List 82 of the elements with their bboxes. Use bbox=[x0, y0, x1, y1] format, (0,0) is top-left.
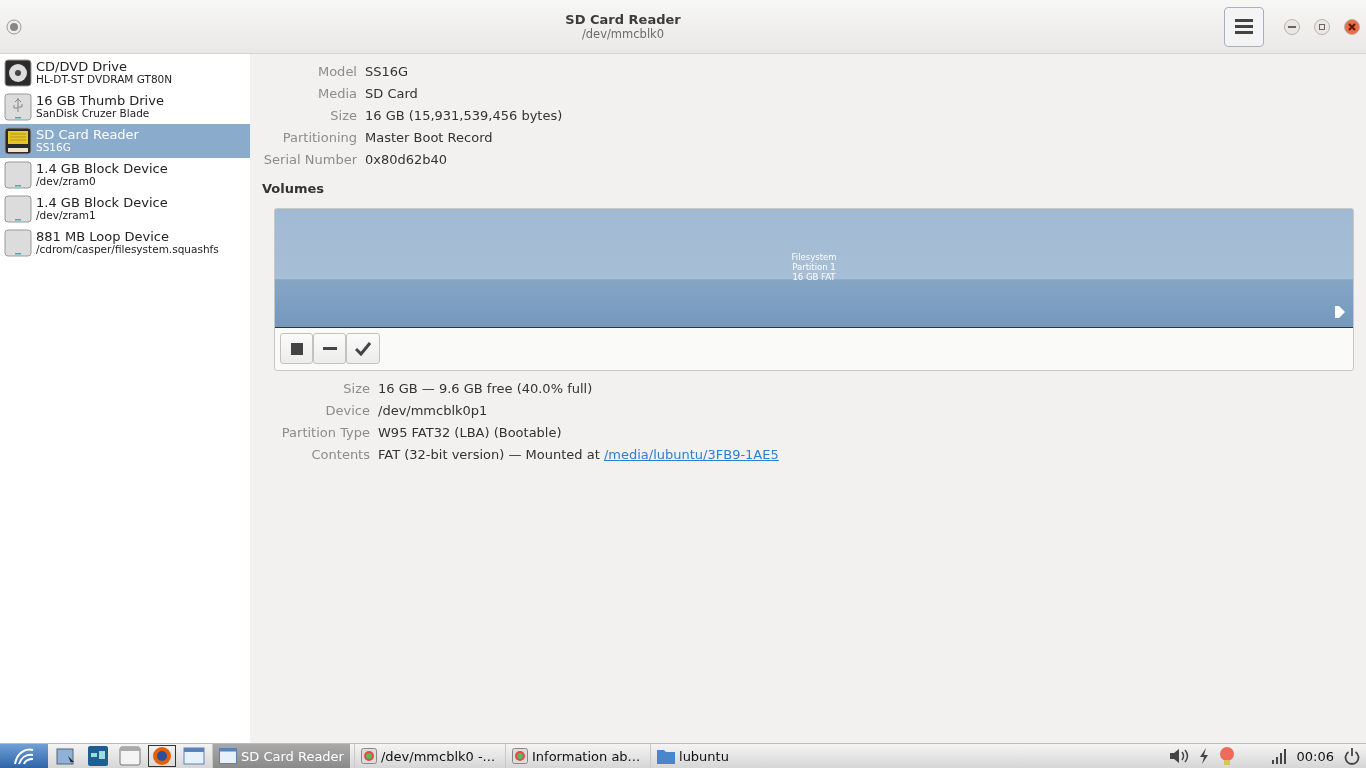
signal-icon bbox=[1270, 748, 1287, 764]
section-heading: Volumes bbox=[262, 181, 326, 196]
device-item[interactable]: 1.4 GB Block Device /dev/zram1 bbox=[0, 192, 250, 226]
device-detail: SanDisk Cruzer Blade bbox=[36, 108, 151, 120]
field-value: 16 GB (15,931,539,456 bytes) bbox=[365, 108, 564, 123]
optical-drive-icon bbox=[4, 59, 32, 87]
launcher-button[interactable] bbox=[148, 745, 176, 767]
device-detail: SS16G bbox=[36, 142, 72, 154]
sd-card-icon bbox=[4, 127, 32, 155]
volume-icon bbox=[1168, 748, 1189, 764]
check-button[interactable] bbox=[346, 333, 380, 364]
minimize-icon bbox=[1288, 25, 1296, 28]
field-value: FAT (32-bit version) — Mounted at bbox=[378, 447, 601, 462]
power-icon bbox=[1344, 747, 1360, 765]
task-button[interactable]: Information ab... bbox=[505, 744, 646, 768]
window-icon bbox=[219, 748, 237, 764]
field-label: Size bbox=[342, 381, 370, 396]
disc-icon bbox=[6, 18, 22, 35]
field-value: 0x80d62b40 bbox=[365, 152, 449, 167]
field-value: Master Boot Record bbox=[365, 130, 494, 145]
disk-utility-icon bbox=[512, 748, 528, 764]
lightning-icon bbox=[1198, 748, 1209, 764]
close-button[interactable] bbox=[1344, 18, 1360, 35]
device-name: SD Card Reader bbox=[36, 128, 139, 143]
folder-icon bbox=[657, 748, 675, 764]
check-icon bbox=[355, 341, 371, 356]
hard-drive-icon bbox=[4, 229, 32, 257]
maximize-icon bbox=[1319, 23, 1325, 30]
partition-label: Filesystem Partition 1 16 GB FAT bbox=[791, 252, 837, 285]
browser-icon bbox=[152, 746, 172, 766]
field-label: Size bbox=[329, 108, 357, 123]
close-icon bbox=[1348, 22, 1356, 31]
field-value: SS16G bbox=[365, 64, 410, 79]
device-detail: /dev/zram1 bbox=[36, 210, 97, 222]
field-label: Contents bbox=[310, 447, 370, 462]
task-button[interactable]: /dev/mmcblk0 -... bbox=[353, 744, 501, 768]
menu-icon bbox=[1235, 19, 1253, 34]
light-bulb-icon bbox=[1218, 746, 1237, 766]
device-name: CD/DVD Drive bbox=[36, 60, 128, 75]
field-label: Partition Type bbox=[280, 425, 370, 440]
window-subtitle: /dev/mmcblk0 bbox=[581, 27, 665, 41]
clock: 00:06 bbox=[1296, 748, 1334, 764]
stop-button[interactable] bbox=[280, 333, 313, 364]
field-value: 16 GB — 9.6 GB free (40.0% full) bbox=[378, 381, 594, 396]
start-menu-icon bbox=[13, 747, 35, 765]
device-detail: HL-DT-ST DVDRAM GT80N bbox=[36, 74, 173, 86]
device-name: 1.4 GB Block Device bbox=[36, 162, 168, 177]
maximize-button[interactable] bbox=[1314, 18, 1330, 35]
device-item[interactable]: 16 GB Thumb Drive SanDisk Cruzer Blade bbox=[0, 90, 250, 124]
menu-button[interactable] bbox=[1224, 6, 1264, 47]
hard-drive-icon bbox=[4, 161, 32, 189]
window-title: SD Card Reader bbox=[565, 12, 681, 27]
device-item[interactable]: 1.4 GB Block Device /dev/zram0 bbox=[0, 158, 250, 192]
field-label: Media bbox=[316, 86, 357, 101]
task-button[interactable]: lubuntu bbox=[650, 744, 735, 768]
field-value: SD Card bbox=[365, 86, 419, 101]
stop-icon bbox=[290, 342, 303, 355]
device-detail: /dev/zram0 bbox=[36, 176, 97, 188]
window-icon bbox=[119, 746, 141, 766]
hard-drive-icon bbox=[4, 195, 32, 223]
minus-icon bbox=[322, 347, 337, 350]
device-name: 16 GB Thumb Drive bbox=[36, 94, 164, 109]
field-label: Model bbox=[316, 64, 357, 79]
field-value: W95 FAT32 (LBA) (Bootable) bbox=[378, 425, 563, 440]
field-label: Partitioning bbox=[281, 130, 357, 145]
field-label: Device bbox=[324, 403, 370, 418]
device-detail: /cdrom/casper/filesystem.squashfs bbox=[36, 244, 219, 256]
desktop-icon bbox=[183, 747, 205, 765]
device-name: 1.4 GB Block Device bbox=[36, 196, 168, 211]
device-name: 881 MB Loop Device bbox=[36, 230, 170, 245]
field-label: Serial Number bbox=[262, 152, 357, 167]
world-map-icon bbox=[87, 745, 109, 767]
disk-utility-icon bbox=[360, 748, 377, 764]
device-item[interactable]: CD/DVD Drive HL-DT-ST DVDRAM GT80N bbox=[0, 56, 250, 90]
file-manager-icon bbox=[56, 746, 76, 766]
device-item[interactable]: 881 MB Loop Device /cdrom/casper/filesystem.squashfs bbox=[0, 226, 250, 260]
minimize-button[interactable] bbox=[1284, 18, 1300, 35]
usb-drive-icon bbox=[4, 93, 32, 121]
minus-button[interactable] bbox=[313, 333, 346, 364]
field-value: /dev/mmcblk0p1 bbox=[378, 403, 489, 418]
mount-point-link[interactable]: /media/lubuntu/3FB9-1AE5 bbox=[603, 447, 779, 462]
start-button[interactable] bbox=[0, 744, 48, 768]
